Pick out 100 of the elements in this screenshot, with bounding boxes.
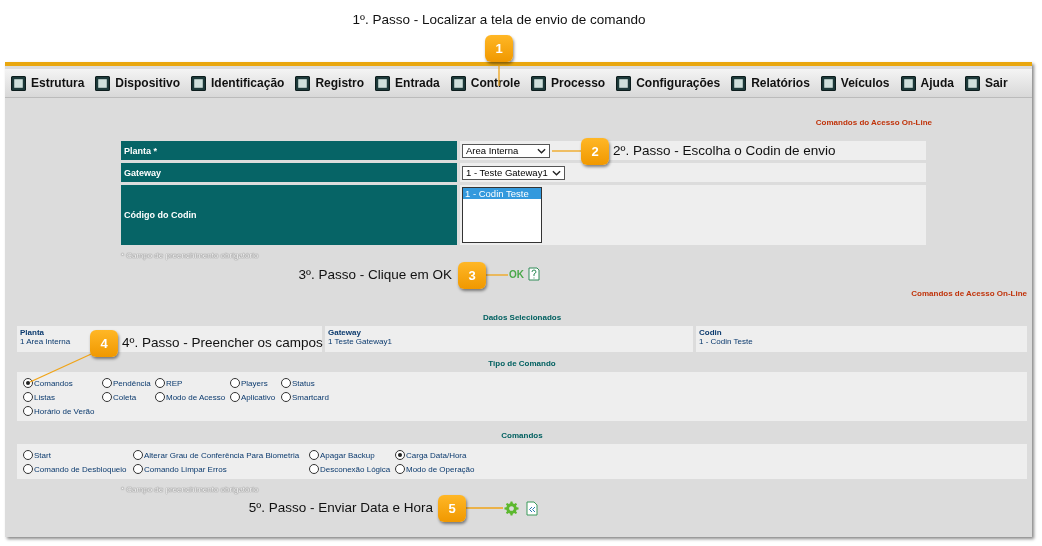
summary-value: 1 Teste Gateway1 xyxy=(328,337,392,346)
tile-icon xyxy=(900,75,916,91)
option-label: Modo de Operação xyxy=(406,464,475,474)
radio-button[interactable] xyxy=(133,464,143,474)
radio-button[interactable] xyxy=(309,450,319,460)
menu-item[interactable]: Entrada xyxy=(375,75,440,91)
radio-option[interactable]: Desconexão Lógica xyxy=(309,462,395,476)
radio-option[interactable]: Smartcard xyxy=(281,390,1021,404)
menu-item[interactable]: Ajuda xyxy=(900,75,954,91)
tile-icon xyxy=(964,75,980,91)
option-label: Status xyxy=(292,378,315,388)
leader-line xyxy=(551,150,582,152)
option-label: Aplicativo xyxy=(241,392,276,402)
radio-button[interactable] xyxy=(230,378,240,388)
radio-option[interactable]: Comando Limpar Erros xyxy=(133,462,309,476)
step-badge: 1 xyxy=(485,35,513,62)
option-label: Start xyxy=(34,450,51,460)
caret-icon xyxy=(551,169,561,176)
radio-button[interactable] xyxy=(102,378,112,388)
radio-button[interactable] xyxy=(23,392,33,402)
step-caption: 3º. Passo - Clique em OK xyxy=(298,267,452,282)
menu-item[interactable]: Identificação xyxy=(191,75,285,91)
radio-option[interactable]: Horário de Verão xyxy=(23,404,102,418)
document-back-icon[interactable] xyxy=(526,501,538,516)
tile-icon xyxy=(731,75,747,91)
tile-icon xyxy=(450,75,466,91)
step-caption: 2º. Passo - Escolha o Codin de envio xyxy=(613,143,836,158)
tile-icon xyxy=(531,75,547,91)
menu-item[interactable]: Controle xyxy=(450,75,521,91)
option-label: Listas xyxy=(34,392,55,402)
radio-option[interactable]: Players xyxy=(230,376,281,390)
radio-option[interactable]: Pendência xyxy=(102,376,155,390)
section-heading: Comandos do Acesso On-Line xyxy=(815,118,932,127)
option-label: Comandos xyxy=(34,378,73,388)
radio-button[interactable] xyxy=(23,450,33,460)
menu-item[interactable]: Configurações xyxy=(616,75,721,91)
tile-icon xyxy=(295,75,311,91)
tile-icon xyxy=(375,75,391,91)
radio-button[interactable] xyxy=(23,378,33,388)
radio-button[interactable] xyxy=(155,378,165,388)
help-icon[interactable] xyxy=(528,267,540,281)
field-label: Planta * xyxy=(121,141,457,160)
section-title: Dados Selecionados xyxy=(482,313,562,322)
option-label: Comando Limpar Erros xyxy=(144,464,227,474)
tile-icon xyxy=(11,75,26,91)
radio-option[interactable]: Apagar Backup xyxy=(309,448,395,462)
radio-option[interactable]: Comandos xyxy=(23,376,102,390)
option-label: Carga Data/Hora xyxy=(406,450,467,460)
menu-item[interactable]: Dispositivo xyxy=(95,75,181,91)
option-label: Players xyxy=(241,378,268,388)
radio-option[interactable]: Carga Data/Hora xyxy=(395,448,1021,462)
radio-button[interactable] xyxy=(395,464,405,474)
radio-option[interactable]: Alterar Grau de Conferência Para Biometria xyxy=(133,448,309,462)
radio-option[interactable]: Coleta xyxy=(102,390,155,404)
radio-button[interactable] xyxy=(395,450,405,460)
option-label: Horário de Verão xyxy=(34,406,95,416)
radio-button[interactable] xyxy=(155,392,165,402)
radio-option[interactable]: Comando de Desbloqueio xyxy=(23,462,133,476)
step-badge: 4 xyxy=(90,330,118,357)
tile-icon xyxy=(616,75,632,91)
radio-button[interactable] xyxy=(281,378,291,388)
step-badge: 2 xyxy=(581,138,609,165)
radio-option[interactable]: Aplicativo xyxy=(230,390,281,404)
radio-button[interactable] xyxy=(281,392,291,402)
summary-label: Gateway xyxy=(328,328,361,337)
option-label: Apagar Backup xyxy=(320,450,375,460)
step-badge: 3 xyxy=(458,262,486,289)
radio-button[interactable] xyxy=(102,392,112,402)
option-label: Pendência xyxy=(113,378,151,388)
dropdown[interactable]: Area Interna xyxy=(462,143,550,158)
radio-button[interactable] xyxy=(23,464,33,474)
field-label: Código do Codin xyxy=(121,185,457,245)
menu-item[interactable]: Processo xyxy=(531,75,606,91)
radio-button[interactable] xyxy=(133,450,143,460)
radio-button[interactable] xyxy=(230,392,240,402)
caret-icon xyxy=(537,147,546,154)
menu-item[interactable]: Estrutura xyxy=(11,75,85,91)
option-label: Comando de Desbloqueio xyxy=(34,464,127,474)
tile-icon xyxy=(95,75,111,91)
leader-line xyxy=(485,274,509,276)
option-label: Coleta xyxy=(113,392,137,402)
step-badge: 5 xyxy=(438,495,466,522)
radio-option[interactable]: REP xyxy=(155,376,230,390)
step-caption: 1º. Passo - Localizar a tela de envio de comando xyxy=(351,12,647,27)
radio-button[interactable] xyxy=(309,464,319,474)
menu-item[interactable]: Sair xyxy=(964,75,1008,91)
radio-button[interactable] xyxy=(23,406,33,416)
option-label: Modo de Acesso xyxy=(166,392,226,402)
radio-option[interactable]: Status xyxy=(281,376,1021,390)
radio-option[interactable]: Modo de Operação xyxy=(395,462,1021,476)
dropdown[interactable]: 1 - Teste Gateway1 xyxy=(462,165,565,180)
menu-item[interactable]: Registro xyxy=(295,75,365,91)
section-heading: Comandos de Acesso On-Line xyxy=(911,289,1027,298)
tile-icon xyxy=(191,75,207,91)
radio-option[interactable]: Listas xyxy=(23,390,102,404)
menu-item[interactable]: Relatórios xyxy=(731,75,810,91)
radio-option[interactable]: Start xyxy=(23,448,133,462)
section-title: Tipo de Comando xyxy=(488,359,556,368)
menu-item[interactable]: Veículos xyxy=(820,75,890,91)
radio-option[interactable]: Modo de Acesso xyxy=(155,390,230,404)
